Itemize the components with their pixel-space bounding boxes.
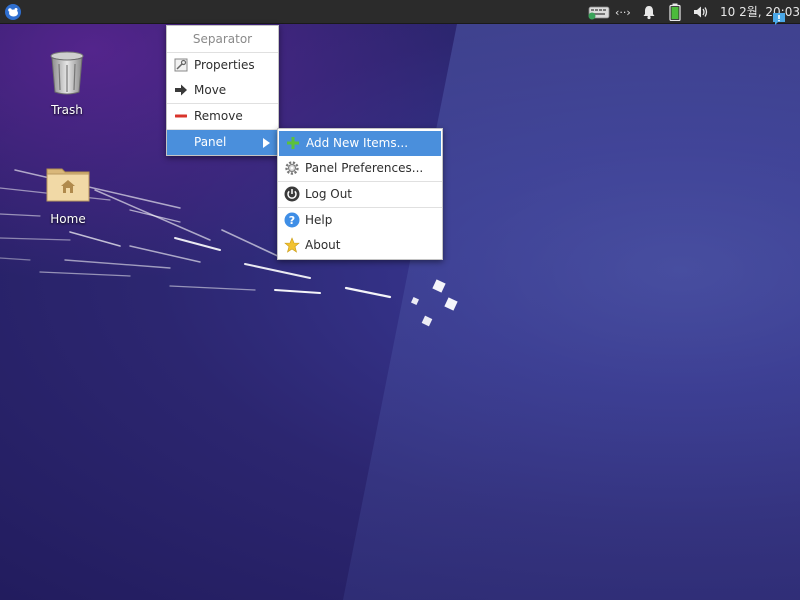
star-icon — [284, 237, 300, 253]
help-icon: ? — [284, 212, 300, 228]
menu-item-label: Panel — [194, 135, 227, 149]
move-arrow-icon — [175, 84, 187, 96]
menu-item-log-out[interactable]: Log Out — [278, 182, 442, 207]
desktop-icon-trash[interactable]: Trash — [27, 50, 107, 117]
menu-item-label: Add New Items... — [306, 136, 409, 150]
volume-icon[interactable] — [692, 3, 710, 21]
desktop-icon-label: Trash — [51, 103, 83, 117]
svg-text:?: ? — [289, 214, 295, 227]
network-icon[interactable]: ‹··› — [615, 3, 633, 21]
wallpaper-streaks — [0, 169, 458, 327]
svg-text:‹··›: ‹··› — [615, 6, 631, 19]
whisker-menu-button[interactable] — [3, 3, 23, 21]
trash-icon — [50, 51, 84, 95]
menu-item-label: About — [305, 238, 341, 252]
keyboard-layout-icon[interactable] — [588, 3, 610, 21]
xfce-mouse-icon — [5, 4, 21, 20]
menu-item-label: Remove — [194, 109, 243, 123]
menu-header-separator: Separator — [192, 32, 253, 46]
menu-item-remove[interactable]: Remove — [167, 104, 278, 129]
menu-item-panel-preferences[interactable]: Panel Preferences... — [278, 156, 442, 181]
panel-context-menu: Separator Properties Move Remove Panel — [166, 25, 279, 156]
menu-item-label: Log Out — [305, 187, 353, 201]
gear-icon — [285, 161, 299, 175]
menu-item-panel[interactable]: Panel — [167, 130, 278, 155]
submenu-arrow-icon — [263, 138, 270, 148]
top-panel: ‹··› 10 2월, 20:03 — [0, 0, 800, 25]
home-folder-icon — [46, 168, 90, 202]
menu-item-help[interactable]: ? Help — [278, 208, 442, 233]
battery-icon[interactable] — [668, 3, 682, 21]
notification-badge-icon — [771, 11, 787, 30]
menu-item-label: Properties — [194, 58, 255, 72]
add-icon — [287, 137, 299, 149]
panel-submenu: Add New Items... Panel Preferences... Lo… — [277, 128, 443, 260]
menu-item-about[interactable]: About — [278, 233, 442, 258]
menu-item-properties[interactable]: Properties — [167, 53, 278, 78]
menu-item-label: Help — [305, 213, 333, 227]
menu-item-label: Panel Preferences... — [305, 161, 424, 175]
desktop-icon-label: Home — [50, 212, 86, 226]
remove-icon — [175, 114, 187, 118]
power-icon — [284, 186, 300, 202]
menu-item-move[interactable]: Move — [167, 78, 278, 103]
desktop-icon-home[interactable]: Home — [28, 163, 108, 226]
properties-icon — [174, 58, 188, 72]
notification-bell-icon[interactable] — [641, 3, 657, 21]
menu-item-add-new-items[interactable]: Add New Items... — [279, 131, 441, 156]
menu-item-label: Move — [194, 83, 227, 97]
panel-clock[interactable]: 10 2월, 20:03 — [720, 0, 800, 24]
